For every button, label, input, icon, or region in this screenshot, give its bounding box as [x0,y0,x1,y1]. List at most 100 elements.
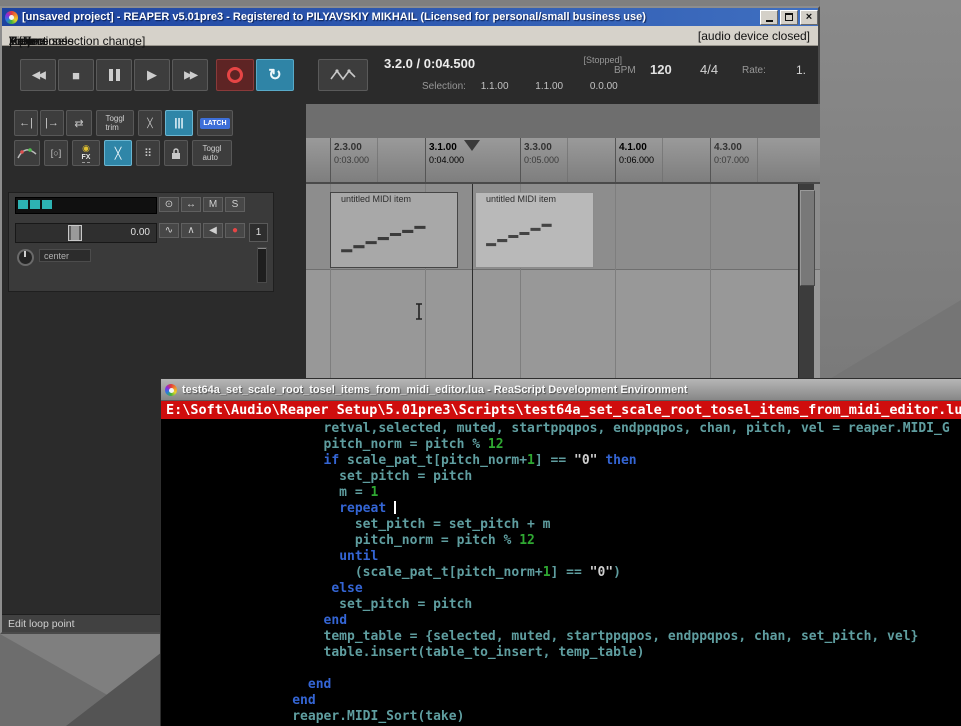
envelope-button[interactable]: ∿ [159,223,179,238]
ruler-beat: 4.1.00 [619,142,654,153]
ruler-mark[interactable]: 2.3.00 0:03.000 [330,138,369,182]
ruler-mark[interactable]: 4.1.00 0:06.000 [615,138,654,182]
toggle-trim-button[interactable]: Toggltrim [96,110,134,136]
midi-notes-preview [333,206,455,265]
window-title: [unsaved project] - REAPER v5.01pre3 - R… [22,11,754,23]
routing-button[interactable]: ↔ [181,197,201,212]
code-line: m = 1 [167,485,961,501]
code-line: retval,selected, muted, startppqpos, end… [167,421,961,437]
ruler-time: 0:06.000 [619,155,654,165]
restore-button[interactable] [780,10,798,25]
pan-knob[interactable] [17,249,34,266]
automation-icon: ∧ [187,225,194,236]
phase-button[interactable]: ◀ [203,223,223,238]
play-position[interactable]: 3.2.0 / 0:04.500 [384,56,475,71]
transport-display[interactable]: 3.2.0 / 0:04.500 [Stopped] Selection: 1.… [374,51,624,101]
eye-fx-icon: ◉ FX [82,144,91,163]
meter-segment [42,200,52,209]
mouse-ibeam-cursor [413,302,425,322]
latch-badge: LATCH [200,118,229,129]
solo-button[interactable]: S [225,197,245,212]
grouping-button[interactable]: ||| [165,110,193,136]
latch-mode-button[interactable]: LATCH [197,110,233,136]
ruler-mark[interactable]: 3.3.00 0:05.000 [520,138,559,182]
nudge-left-button[interactable]: ←| [14,110,38,136]
ruler-time: 0:04.000 [429,155,464,165]
cross-arrows-icon: ╳ [147,118,152,129]
minimize-icon [766,20,773,22]
scrollbar-thumb[interactable] [800,190,815,286]
timeline-ruler[interactable]: 2.3.00 0:03.000 3.1.00 0:04.000 3.3.00 0… [306,138,820,184]
fast-forward-button[interactable]: ▶▶ [172,59,208,91]
selection-end[interactable]: 1.1.00 [535,81,563,92]
edit-cursor-marker[interactable] [464,140,480,151]
minimize-button[interactable] [760,10,778,25]
selection-start[interactable]: 1.1.00 [481,81,509,92]
code-line: temp_table = {selected, muted, startppqp… [167,629,961,645]
restore-icon [785,13,793,21]
track-number[interactable]: 1 [249,223,268,242]
eye-icon: ◉ [82,144,90,153]
ruler-mark[interactable]: 4.3.00 0:07.000 [710,138,749,182]
record-icon [227,67,243,83]
lock-button[interactable] [164,140,188,166]
ide-window-title: test64a_set_scale_root_tosel_items_from_… [182,384,688,396]
ruler-time: 0:03.000 [334,155,369,165]
code-line: pitch_norm = pitch % 12 [167,437,961,453]
close-button[interactable]: × [800,10,818,25]
record-item-button[interactable]: [○] [44,140,68,166]
toggle-auto-button[interactable]: Togglauto [192,140,232,166]
record-arm-button[interactable]: ● [225,223,245,238]
screen: [unsaved project] - REAPER v5.01pre3 - R… [0,0,961,726]
envelope-mode-button[interactable] [318,59,368,91]
track-control-panel[interactable]: ⊙ ↔ M S 0.00 ∿ ∧ ◀ ● 1 center [8,192,274,292]
monitor-button[interactable]: ⊙ [159,197,179,212]
ruler-beat: 3.1.00 [429,142,464,153]
automation-button[interactable]: ∧ [181,223,201,238]
bpm-label: BPM [614,65,636,76]
midi-item[interactable]: untitled MIDI item [475,192,594,268]
volume-fader[interactable]: 0.00 [15,223,157,243]
grid-dots-button[interactable]: ⠿ [136,140,160,166]
code-line: end [167,693,961,709]
repeat-button[interactable]: ↻ [256,59,294,91]
code-line: pitch_norm = pitch % 12 [167,533,961,549]
group-bars-icon: ||| [174,117,183,129]
audio-device-status: [audio device closed] [698,29,818,43]
code-line: repeat [167,501,961,517]
track-mini-slider[interactable] [257,247,267,283]
crossfade-button[interactable]: ╳ [104,140,132,166]
ide-titlebar[interactable]: test64a_set_scale_root_tosel_items_from_… [161,379,961,401]
reaper-titlebar[interactable]: [unsaved project] - REAPER v5.01pre3 - R… [2,8,818,26]
code-line: set_pitch = pitch [167,469,961,485]
envelope-visibility-fx-button[interactable]: ◉ FX [72,140,100,166]
swap-button[interactable]: ⇄ [66,110,92,136]
time-signature[interactable]: 4/4 [700,62,718,77]
menu-time-selection-change[interactable]: [Time selection change] [12,34,152,110]
ruler-time: 0:07.000 [714,155,749,165]
cross-arrows-button[interactable]: ╳ [138,110,162,136]
selection-length[interactable]: 0.0.00 [590,81,618,92]
bpm-value[interactable]: 120 [650,62,672,77]
pan-value[interactable]: center [39,249,91,262]
code-area[interactable]: retval,selected, muted, startppqpos, end… [161,419,961,726]
ruler-beat: 3.3.00 [524,142,559,153]
code-line: set_pitch = pitch [167,597,961,613]
fx-label: FX [82,153,91,163]
midi-item[interactable]: untitled MIDI item [330,192,458,268]
fader-grip[interactable] [68,225,82,241]
rate-value[interactable]: 1. [796,63,806,77]
midi-notes-preview [478,206,591,265]
toggle-trim-label: Toggltrim [105,114,124,132]
ruler-tick [567,138,568,182]
record-arm-icon: ● [232,225,238,236]
nudge-right-button[interactable]: |→ [40,110,64,136]
code-line [167,661,961,677]
ruler-mark[interactable]: 3.1.00 0:04.000 [425,138,464,182]
envelope-shape-button[interactable] [14,140,40,166]
envelope-icon: ∿ [165,225,173,236]
record-button[interactable] [216,59,254,91]
code-line: reaper.MIDI_Sort(take) [167,709,961,725]
mute-button[interactable]: M [203,197,223,212]
menubar: Project Tools View Preferences | | | Act… [2,26,818,46]
